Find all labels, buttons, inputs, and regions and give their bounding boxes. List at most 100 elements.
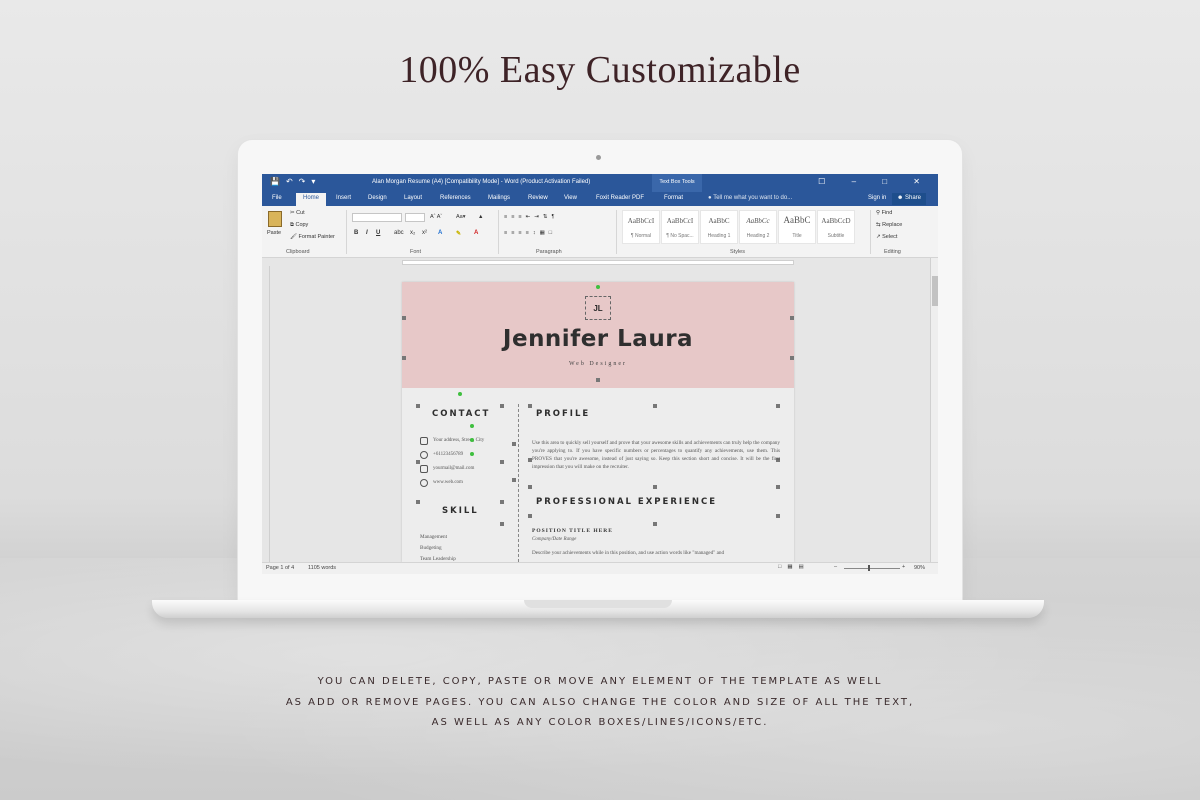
style-heading-1[interactable]: AaBbC Heading 1	[700, 210, 738, 244]
selection-handle[interactable]	[500, 522, 504, 526]
selection-handle[interactable]	[500, 404, 504, 408]
tab-foxit[interactable]: Foxit Reader PDF	[596, 195, 644, 201]
selection-handle[interactable]	[776, 485, 780, 489]
style-no-spacing[interactable]: AaBbCcI ¶ No Spac...	[661, 210, 699, 244]
zoom-slider[interactable]	[844, 568, 900, 569]
format-painter-button[interactable]: 🖌 Format Painter	[290, 234, 335, 240]
tab-format[interactable]: Format	[664, 195, 683, 201]
rotation-handle[interactable]	[470, 452, 474, 456]
subscript-icon[interactable]: x₂	[410, 230, 415, 236]
clear-format-icon[interactable]: ▲	[478, 214, 483, 220]
contact-email[interactable]: yourmail@mail.com	[433, 466, 474, 471]
selection-handle[interactable]	[402, 316, 406, 320]
rotation-handle[interactable]	[596, 285, 600, 289]
align-icons[interactable]: ≡≡≡≡↕▦□	[504, 230, 556, 236]
selection-handle[interactable]	[416, 404, 420, 408]
underline-icon[interactable]: U	[376, 230, 380, 236]
contact-website[interactable]: www.web.com	[433, 480, 463, 485]
selection-handle[interactable]	[512, 478, 516, 482]
selection-handle[interactable]	[402, 356, 406, 360]
selection-handle[interactable]	[528, 404, 532, 408]
window-controls[interactable]: ☐ – □ ✕	[818, 177, 932, 186]
vertical-scrollbar[interactable]	[930, 258, 938, 562]
rotation-handle[interactable]	[470, 438, 474, 442]
profile-text[interactable]: Use this area to quickly sell yourself a…	[532, 439, 780, 471]
rotation-handle[interactable]	[470, 424, 474, 428]
tell-me-box[interactable]: ● Tell me what you want to do...	[708, 195, 792, 201]
style-subtitle[interactable]: AaBbCcD Subtitle	[817, 210, 855, 244]
tab-home[interactable]: Home	[296, 193, 327, 206]
tab-references[interactable]: References	[440, 195, 471, 201]
rotation-handle[interactable]	[458, 392, 462, 396]
experience-heading[interactable]: PROFESSIONAL EXPERIENCE	[536, 497, 717, 507]
zoom-out-icon[interactable]: –	[834, 564, 837, 570]
paste-icon[interactable]	[268, 211, 282, 227]
italic-icon[interactable]: I	[366, 230, 368, 236]
word-count[interactable]: 1105 words	[308, 565, 336, 571]
selection-handle[interactable]	[790, 316, 794, 320]
skill-heading[interactable]: SKILL	[442, 506, 479, 516]
zoom-in-icon[interactable]: +	[902, 564, 905, 570]
document-page[interactable]: JL Jennifer Laura Web Designer CONTACT Y…	[402, 282, 794, 562]
selection-handle[interactable]	[790, 356, 794, 360]
selection-handle[interactable]	[776, 514, 780, 518]
tab-insert[interactable]: Insert	[336, 195, 351, 201]
paste-button[interactable]: Paste	[267, 230, 281, 236]
tab-review[interactable]: Review	[528, 195, 548, 201]
zoom-level[interactable]: 90%	[914, 565, 925, 571]
style-normal[interactable]: AaBbCcI ¶ Normal	[622, 210, 660, 244]
font-color-icon[interactable]: A	[474, 230, 478, 236]
list-icons[interactable]: ≡≡≡⇤⇥⇅¶	[504, 214, 558, 220]
selection-handle[interactable]	[596, 378, 600, 382]
zoom-slider-thumb[interactable]	[868, 565, 870, 571]
sign-in-link[interactable]: Sign in	[868, 195, 886, 201]
tab-file[interactable]: File	[272, 195, 282, 201]
bold-icon[interactable]: B	[354, 230, 358, 236]
selection-handle[interactable]	[416, 460, 420, 464]
selection-handle[interactable]	[653, 404, 657, 408]
selection-handle[interactable]	[512, 442, 516, 446]
selection-handle[interactable]	[653, 485, 657, 489]
selection-handle[interactable]	[776, 404, 780, 408]
highlight-icon[interactable]: ✎	[456, 230, 461, 237]
resume-name[interactable]: Jennifer Laura	[402, 326, 794, 352]
resume-job-title[interactable]: Web Designer	[402, 361, 794, 367]
share-button[interactable]: ☻ Share	[892, 193, 927, 205]
tab-layout[interactable]: Layout	[404, 195, 422, 201]
contact-heading[interactable]: CONTACT	[432, 409, 490, 419]
style-title[interactable]: AaBbC Title	[778, 210, 816, 244]
strikethrough-icon[interactable]: abc	[394, 230, 404, 236]
skill-item[interactable]: Management	[420, 534, 447, 540]
contact-phone[interactable]: +61123456789	[433, 452, 463, 457]
selection-handle[interactable]	[416, 500, 420, 504]
quick-access-toolbar[interactable]: 💾↶↷▾	[270, 177, 321, 186]
superscript-icon[interactable]: x²	[422, 230, 427, 236]
grow-font-icon[interactable]: Aˆ Aˇ	[430, 214, 442, 220]
font-name-box[interactable]	[352, 213, 402, 222]
style-heading-2[interactable]: AaBbCc Heading 2	[739, 210, 777, 244]
change-case-icon[interactable]: Aa▾	[456, 214, 466, 220]
profile-heading[interactable]: PROFILE	[536, 409, 590, 419]
text-effects-icon[interactable]: A	[438, 230, 442, 236]
font-size-box[interactable]	[405, 213, 425, 222]
tab-view[interactable]: View	[564, 195, 577, 201]
page-count[interactable]: Page 1 of 4	[266, 565, 294, 571]
selection-handle[interactable]	[500, 460, 504, 464]
selection-handle[interactable]	[500, 500, 504, 504]
tab-mailings[interactable]: Mailings	[488, 195, 510, 201]
copy-button[interactable]: ⧉ Copy	[290, 222, 308, 229]
selection-handle[interactable]	[653, 522, 657, 526]
find-button[interactable]: ⚲ Find	[876, 210, 892, 216]
cut-button[interactable]: ✂ Cut	[290, 210, 305, 216]
tab-design[interactable]: Design	[368, 195, 387, 201]
contact-address[interactable]: Your address, Street, City	[433, 438, 484, 443]
view-mode-icons[interactable]: □▦▤	[778, 564, 810, 570]
vertical-ruler[interactable]	[262, 266, 270, 562]
company-date[interactable]: Company/Date Range	[532, 537, 576, 542]
selection-handle[interactable]	[528, 485, 532, 489]
horizontal-ruler[interactable]	[262, 258, 938, 266]
replace-button[interactable]: ⇆ Replace	[876, 222, 902, 228]
achievements-text[interactable]: Describe your achievements while in this…	[532, 550, 780, 556]
monogram-textbox[interactable]: JL	[585, 296, 611, 320]
select-button[interactable]: ↗ Select	[876, 234, 897, 240]
